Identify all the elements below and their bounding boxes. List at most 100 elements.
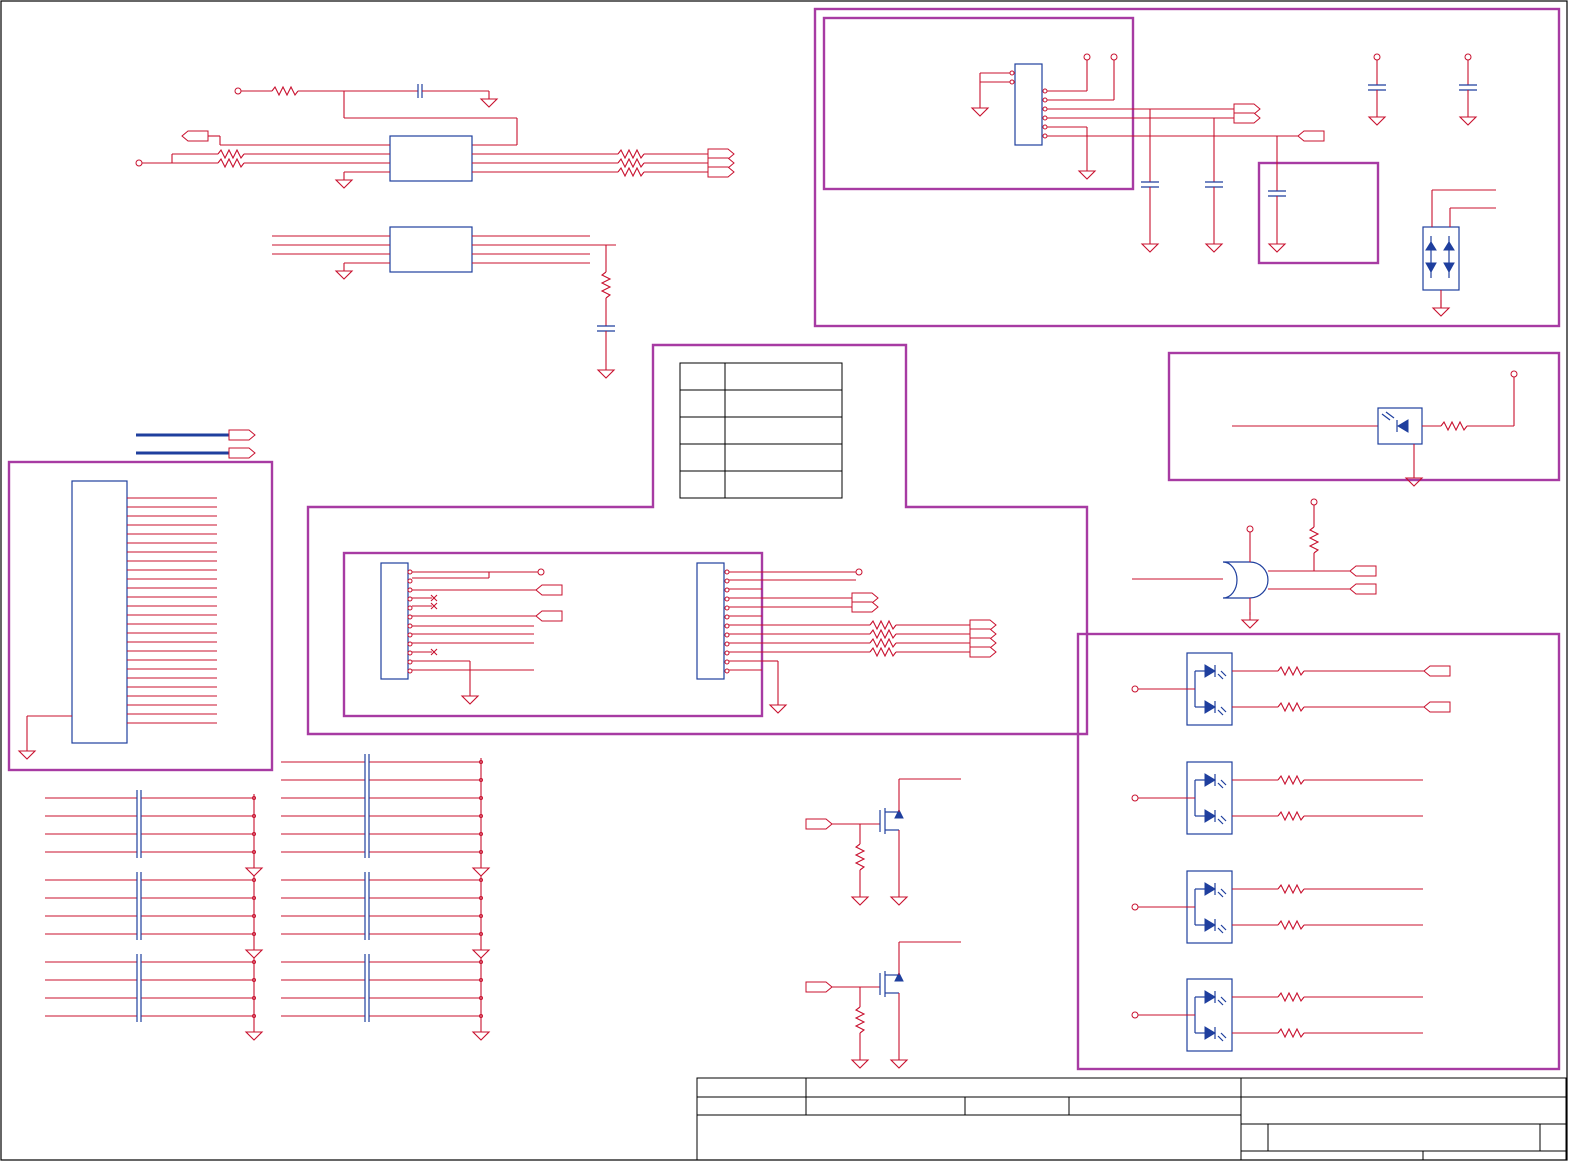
ground-icon: [1405, 469, 1423, 487]
net-port-icon: [535, 610, 563, 622]
pin-dot: [407, 587, 413, 593]
top-left-circuit: [135, 83, 735, 379]
net-port-icon: [228, 429, 256, 441]
connector-j1: [380, 562, 409, 680]
ground-icon: [245, 1023, 263, 1041]
ground-icon: [245, 859, 263, 877]
mosfet-circuits: [805, 778, 961, 1069]
pin-dot: [407, 605, 413, 611]
net-port-icon: [228, 447, 256, 459]
ic-u3: [1014, 63, 1043, 146]
ground-icon: [1268, 235, 1286, 253]
ground-icon: [245, 941, 263, 959]
pin-dot: [407, 668, 413, 674]
capacitor-icon: [1204, 181, 1224, 188]
net-port-icon: [1233, 112, 1261, 124]
power-pin-icon: [1131, 1011, 1139, 1019]
pin-dot: [724, 650, 730, 656]
pin-dot: [407, 596, 413, 602]
pin-dot: [724, 668, 730, 674]
resistor-icon: [1309, 526, 1319, 554]
ground-icon: [335, 171, 353, 189]
ground-icon: [461, 687, 479, 705]
pin-dot: [407, 614, 413, 620]
led-indicator-block: [1076, 632, 1561, 1071]
resistor-icon: [855, 843, 865, 871]
net-port-icon: [805, 981, 833, 993]
power-pin-icon: [1131, 903, 1139, 911]
net-port-icon: [1297, 130, 1325, 142]
pin-dot: [724, 659, 730, 665]
led-icon: [1204, 1026, 1227, 1042]
led-icon: [1204, 990, 1227, 1006]
net-port-icon: [707, 166, 735, 178]
resistor-icon: [869, 620, 897, 630]
capacitor-icon: [596, 325, 616, 332]
ground-icon: [472, 1023, 490, 1041]
resistor-icon: [1277, 992, 1305, 1002]
ic-u2: [389, 226, 473, 273]
pin-dot: [724, 632, 730, 638]
resistor-icon: [1440, 421, 1468, 431]
resistor-icon: [1277, 1028, 1305, 1038]
resistor-icon: [217, 158, 245, 168]
right-photodiode-block: [1167, 351, 1561, 487]
net-port-icon: [1349, 583, 1377, 595]
ground-icon: [472, 859, 490, 877]
pin-dot: [407, 623, 413, 629]
pin-dot: [407, 650, 413, 656]
tvs-diode-array: [1422, 226, 1460, 291]
pin-dot: [724, 578, 730, 584]
resistor-icon: [271, 86, 299, 96]
ground-icon: [851, 1051, 869, 1069]
title-block: [696, 1077, 1567, 1161]
ic-u1: [389, 135, 473, 182]
pin-dot: [724, 596, 730, 602]
resistor-icon: [1277, 920, 1305, 930]
pin-dot: [407, 632, 413, 638]
power-pin-icon: [537, 568, 545, 576]
pin-dot: [407, 659, 413, 665]
led-icon: [1204, 773, 1227, 789]
capacitor-icon: [1140, 181, 1160, 188]
pin-dot: [724, 614, 730, 620]
and-gate-circuit: [1132, 498, 1377, 629]
pin-dot: [724, 623, 730, 629]
resistor-icon: [617, 149, 645, 159]
ground-icon: [18, 742, 36, 760]
pin-dot: [724, 605, 730, 611]
ground-icon: [890, 1051, 908, 1069]
schematic-sheet: [0, 0, 1568, 1161]
net-port-icon: [1423, 701, 1451, 713]
ground-icon: [1368, 108, 1386, 126]
ground-icon: [851, 888, 869, 906]
power-pin-icon: [1131, 794, 1139, 802]
net-port-icon: [1423, 665, 1451, 677]
pin-dot: [724, 587, 730, 593]
pin-dot: [724, 569, 730, 575]
and-gate-icon: [1222, 561, 1269, 599]
led-icon: [1204, 809, 1227, 825]
resistor-icon: [869, 647, 897, 657]
resistor-icon: [1277, 702, 1305, 712]
resistor-icon: [869, 638, 897, 648]
net-port-icon: [181, 130, 209, 142]
resistor-icon: [617, 167, 645, 177]
ground-icon: [480, 90, 498, 108]
ground-icon: [1432, 299, 1450, 317]
ground-icon: [1241, 611, 1259, 629]
connector-j2: [696, 562, 725, 680]
resistor-icon: [217, 149, 245, 159]
capacitor-icon: [1267, 190, 1287, 197]
resistor-icon: [1277, 666, 1305, 676]
led-icon: [1204, 700, 1227, 716]
center-connector-block: [306, 343, 1089, 736]
pin-dot: [724, 641, 730, 647]
pin-dot: [407, 641, 413, 647]
resistor-icon: [601, 271, 611, 299]
connector-j3: [71, 480, 128, 744]
led-icon: [1204, 918, 1227, 934]
ground-icon: [769, 696, 787, 714]
ground-icon: [1205, 235, 1223, 253]
power-pin-icon: [855, 568, 863, 576]
